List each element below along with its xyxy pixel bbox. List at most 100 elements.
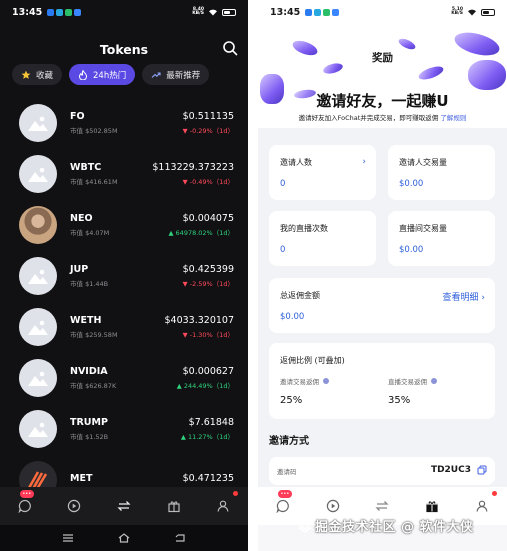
nav-swap[interactable] [371, 495, 393, 517]
token-price: $0.425399 [182, 263, 234, 275]
tokens-screen: 13:45 8.40 KB/S Tokens 收藏 24h热门 最新推荐 FO … [0, 0, 248, 551]
status-app-icons [47, 8, 82, 16]
coin-decoration [417, 63, 445, 83]
star-icon [21, 70, 31, 79]
wifi-icon [468, 9, 476, 16]
token-avatar [19, 409, 57, 448]
token-avatar [19, 154, 57, 193]
bottom-nav: ••• [0, 487, 248, 525]
token-row[interactable]: NEO 市值 $4.07M $0.004075 ▲ 64978.02%（1d） [0, 199, 248, 250]
token-change: ▼ -0.49%（1d） [152, 176, 234, 186]
token-market-cap: 市值 $259.58M [70, 330, 118, 339]
token-values: $0.425399 ▼ -2.59%（1d） [183, 264, 234, 288]
menu-icon[interactable] [62, 533, 74, 543]
token-change: ▼ -0.29%（1d） [183, 125, 234, 135]
invite-code-value: TD2UC3 [430, 465, 471, 475]
token-row[interactable]: JUP 市值 $1.44B $0.425399 ▼ -2.59%（1d） [0, 250, 248, 301]
nav-chat[interactable]: ••• [14, 490, 36, 517]
commission-ratio-card: 返佣比例 (可叠加) 邀请交易返佣 25% 直播交易返佣 35% [269, 343, 495, 419]
back-icon[interactable] [174, 533, 186, 543]
chip-latest[interactable]: 最新推荐 [142, 64, 210, 85]
chat-badge: ••• [277, 490, 292, 498]
token-market-cap: 市值 $1.44B [70, 279, 109, 288]
view-details-link[interactable]: 查看明细 › [443, 290, 485, 303]
token-info: NVIDIA 市值 $626.87K [70, 366, 177, 390]
token-row[interactable]: WBTC 市值 $416.61M $113229.373223 ▼ -0.49%（1d… [0, 148, 248, 199]
token-info: WBTC 市值 $416.61M [70, 162, 152, 186]
token-symbol: TRUMP [70, 416, 108, 428]
token-market-cap: 市值 $502.85M [70, 126, 118, 135]
nav-live[interactable] [322, 495, 344, 517]
token-list: FO 市值 $502.85M $0.511135 ▼ -0.29%（1d） WBTC 市值… [0, 97, 248, 505]
nav-profile[interactable] [471, 491, 498, 517]
nav-live[interactable] [63, 495, 85, 517]
copy-icon[interactable] [477, 465, 487, 475]
invite-code-label: 邀请码 [277, 468, 297, 476]
token-change-value: 11.27%（1d） [187, 432, 234, 441]
arrow-down-icon: ▼ [182, 177, 190, 186]
stat-card-invitees[interactable]: 邀请人数 › 0 [269, 145, 376, 200]
token-avatar [19, 256, 57, 295]
token-row[interactable]: WETH 市值 $259.58M $4033.320107 ▼ -1.30%（1d） [0, 301, 248, 352]
home-icon[interactable] [118, 533, 130, 543]
token-market-cap: 市值 $416.61M [70, 177, 118, 186]
chip-label: 收藏 [36, 70, 54, 81]
image-placeholder-icon [28, 167, 48, 182]
stat-card-live-count: 我的直播次数 0 [269, 211, 376, 266]
chip-favorites[interactable]: 收藏 [12, 64, 63, 85]
token-market-cap: 市值 $4.07M [70, 228, 110, 237]
status-bar: 13:45 8.40 KB/S [0, 0, 248, 24]
token-avatar [19, 103, 57, 142]
token-avatar [19, 358, 57, 397]
token-market-cap: 市值 $1.52B [70, 432, 109, 441]
token-info: TRUMP 市值 $1.52B [70, 417, 181, 441]
status-time: 13:45 [12, 6, 43, 18]
ratio-title: 返佣比例 (可叠加) [280, 356, 345, 365]
token-row[interactable]: NVIDIA 市值 $626.87K $0.000627 ▲ 244.49%（1d） [0, 352, 248, 403]
chat-badge: ••• [19, 490, 34, 498]
image-placeholder-icon [28, 422, 48, 437]
token-row[interactable]: TRUMP 市值 $1.52B $7.61848 ▲ 11.27%（1d） [0, 403, 248, 454]
nav-swap[interactable] [113, 495, 135, 517]
token-row[interactable]: FO 市值 $502.85M $0.511135 ▼ -0.29%（1d） [0, 97, 248, 148]
token-symbol: WBTC [70, 161, 102, 173]
network-speed: 8.40 KB/S [192, 6, 204, 16]
token-values: $0.471235 [183, 473, 234, 487]
play-circle-icon [326, 499, 339, 513]
image-placeholder-icon [28, 269, 48, 284]
status-bar: 13:45 5.10 KB/S [258, 0, 507, 24]
token-price: $0.004075 [182, 212, 234, 224]
token-price: $0.511135 [182, 110, 234, 122]
token-values: $7.61848 ▲ 11.27%（1d） [181, 417, 234, 441]
nav-chat[interactable]: ••• [272, 490, 294, 517]
rewards-headline: 邀请好友，一起赚U [316, 92, 449, 110]
token-change: ▼ -2.59%（1d） [183, 278, 234, 288]
notification-dot [492, 491, 498, 496]
token-price: $4033.320107 [164, 314, 234, 326]
info-dot-icon[interactable] [431, 378, 437, 384]
token-change: ▼ -1.30%（1d） [164, 329, 234, 339]
token-symbol: FO [70, 110, 85, 122]
token-info: FO 市值 $502.85M [70, 111, 183, 135]
arrow-up-icon: ▲ [168, 228, 176, 237]
token-values: $113229.373223 ▼ -0.49%（1d） [152, 162, 234, 186]
status-right: 5.10 KB/S [451, 6, 495, 17]
token-symbol: NEO [70, 212, 93, 224]
token-change-value: -0.29%（1d） [189, 126, 234, 135]
rules-link[interactable]: 了解规则 [440, 114, 466, 122]
token-values: $0.000627 ▲ 244.49%（1d） [177, 366, 234, 390]
chip-24h-hot[interactable]: 24h热门 [69, 64, 136, 85]
nav-profile[interactable] [212, 491, 239, 517]
page-title: 奖励 [372, 52, 393, 64]
network-speed: 5.10 KB/S [451, 6, 463, 16]
token-change-value: -1.30%（1d） [189, 330, 234, 339]
nav-rewards[interactable] [421, 495, 443, 517]
nav-rewards[interactable] [163, 495, 185, 517]
screenshot: 13:45 8.40 KB/S Tokens 收藏 24h热门 最新推荐 FO … [0, 0, 507, 551]
token-values: $4033.320107 ▼ -1.30%（1d） [164, 315, 234, 339]
search-icon[interactable] [222, 40, 238, 56]
arrow-up-icon: ▲ [176, 381, 184, 390]
tokens-header: Tokens [0, 34, 248, 64]
info-dot-icon[interactable] [323, 378, 329, 384]
watermark-text: 掘金技术社区 @ 软件大侠 [315, 520, 474, 535]
